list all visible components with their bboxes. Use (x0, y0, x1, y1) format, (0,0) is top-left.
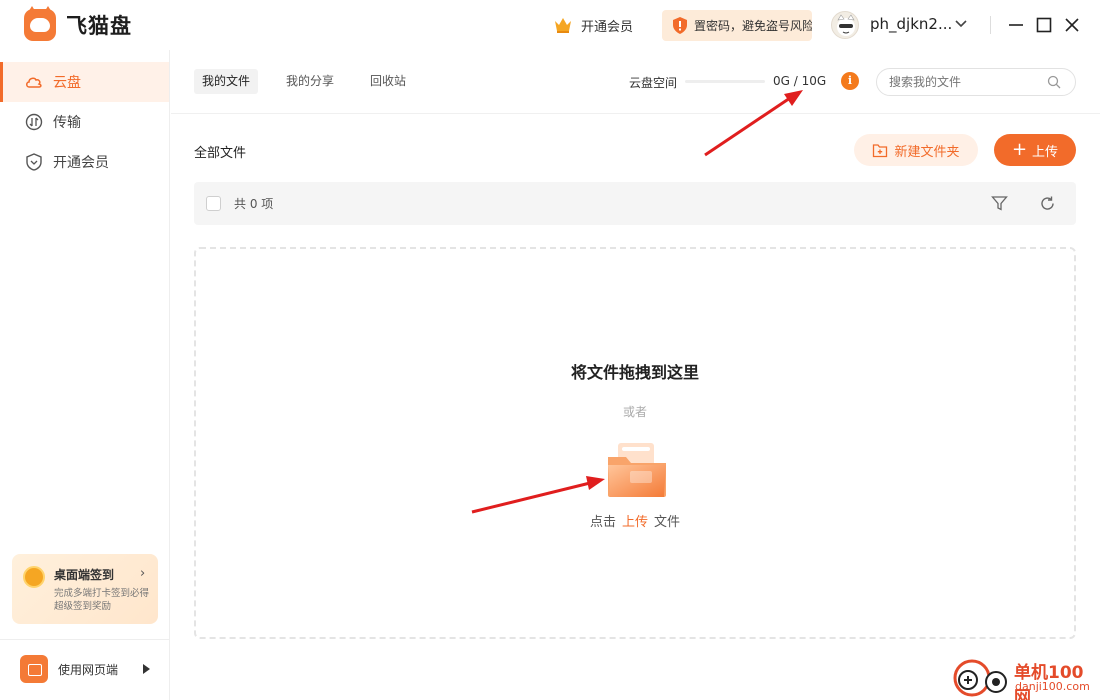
storage-label: 云盘空间 (629, 76, 678, 90)
tab-recycle-bin[interactable]: 回收站 (362, 69, 414, 94)
item-count: 共 0 项 (234, 197, 274, 211)
search-input[interactable] (876, 68, 1076, 96)
avatar[interactable] (831, 11, 859, 39)
sidebar-item-cloud[interactable]: 云盘 (0, 62, 169, 102)
browser-icon (20, 655, 48, 683)
filter-icon[interactable] (991, 195, 1008, 212)
file-list-header: 共 0 项 (194, 182, 1076, 225)
click-upload-text: 点击 上传 文件 (196, 511, 1074, 530)
chevron-down-icon[interactable] (954, 17, 968, 31)
new-folder-button[interactable]: 新建文件夹 (854, 134, 978, 166)
close-icon[interactable] (1062, 15, 1082, 35)
upload-button[interactable]: + 上传 (994, 134, 1076, 166)
watermark-text: 单机100网 (1014, 663, 1084, 700)
web-entry-label: 使用网页端 (58, 662, 119, 677)
upload-link[interactable]: 上传 (622, 515, 648, 530)
minimize-icon[interactable] (1006, 15, 1026, 35)
title-bar: 飞猫盘 开通会员 置密码，避免盗号风险 ph_djkn2... (0, 0, 1100, 50)
transfer-icon (25, 113, 43, 131)
watermark-url: danji100.com (1015, 680, 1090, 693)
sidebar-item-label: 传输 (53, 115, 81, 131)
drop-file-text: 文件 (654, 515, 681, 530)
main-toolbar: 我的文件 我的分享 回收站 云盘空间 0G / 10G i (171, 50, 1100, 114)
shield-warning-icon (673, 17, 687, 34)
drop-or-text: 或者 (622, 405, 647, 419)
cloud-icon (26, 77, 42, 88)
maximize-icon[interactable] (1034, 15, 1054, 35)
open-vip-label: 开通会员 (581, 19, 634, 35)
refresh-icon[interactable] (1039, 195, 1056, 212)
chevron-right-icon: › (140, 566, 146, 581)
security-alert-banner[interactable]: 置密码，避免盗号风险 (662, 10, 812, 41)
upload-drop-zone[interactable]: 将文件拖拽到这里 或者 点击 上传 文件 (194, 247, 1076, 639)
checkin-title: 桌面端签到 (54, 568, 115, 582)
checkin-subtitle: 完成多端打卡签到必得超级签到奖励 (54, 588, 150, 612)
tab-my-shares[interactable]: 我的分享 (278, 69, 342, 94)
upload-label: 上传 (1032, 144, 1059, 160)
breadcrumb[interactable]: 全部文件 (194, 142, 246, 161)
vip-shield-icon (26, 153, 42, 171)
open-vip-button[interactable]: 开通会员 (553, 14, 633, 36)
coin-icon (23, 566, 45, 588)
sidebar-item-label: 云盘 (53, 75, 81, 91)
tab-my-files[interactable]: 我的文件 (194, 69, 259, 94)
title-separator (990, 16, 991, 34)
sidebar-item-vip[interactable]: 开通会员 (0, 142, 169, 182)
sidebar: 云盘 传输 开通会员 桌面端签到 › 完成多端打卡签到必得超级签到奖励 使用网页… (0, 50, 170, 700)
divider (0, 639, 169, 640)
sidebar-item-label: 开通会员 (53, 155, 109, 171)
storage-progress-bar (685, 80, 765, 83)
storage-value: 0G / 10G (773, 74, 827, 88)
username[interactable]: ph_djkn2... (870, 15, 952, 33)
new-folder-icon (873, 143, 888, 157)
app-logo-icon (24, 6, 56, 41)
sidebar-item-transfer[interactable]: 传输 (0, 102, 169, 142)
plus-icon: + (1011, 139, 1028, 160)
desktop-checkin-card[interactable]: 桌面端签到 › 完成多端打卡签到必得超级签到奖励 (12, 554, 158, 624)
security-alert-text: 置密码，避免盗号风险 (694, 19, 812, 33)
play-arrow-icon (143, 664, 150, 674)
use-web-version-button[interactable]: 使用网页端 (20, 655, 160, 683)
drop-title: 将文件拖拽到这里 (570, 363, 699, 382)
app-title: 飞猫盘 (66, 14, 132, 38)
crown-icon (555, 18, 571, 33)
info-icon[interactable]: i (841, 72, 859, 90)
folder-icon[interactable] (604, 441, 670, 499)
new-folder-label: 新建文件夹 (894, 144, 960, 160)
search-icon[interactable] (1047, 75, 1061, 89)
drop-click-text: 点击 (589, 515, 616, 530)
select-all-checkbox[interactable] (206, 196, 221, 211)
